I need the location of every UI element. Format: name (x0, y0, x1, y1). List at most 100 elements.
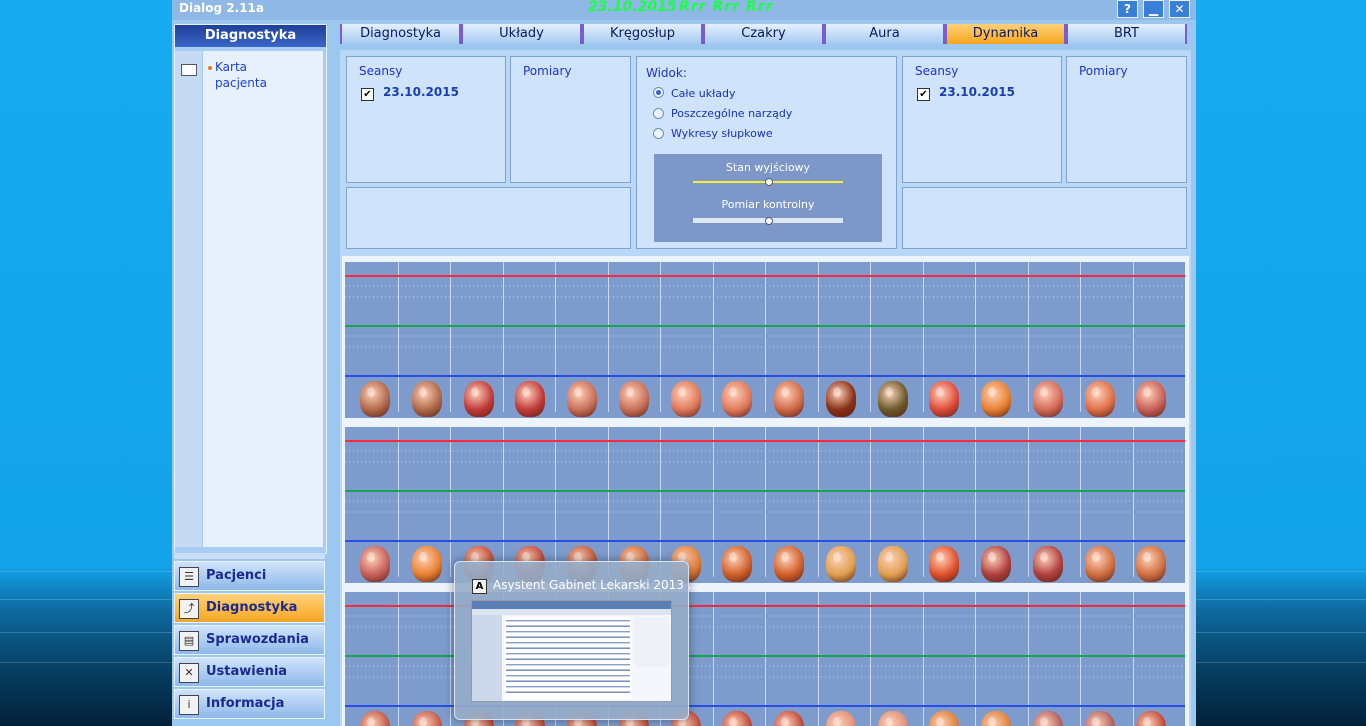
vessels-icon[interactable] (515, 381, 545, 417)
close-button[interactable]: ✕ (1169, 0, 1190, 18)
nav-button-pacjenci[interactable]: ☰ Pacjenci (174, 561, 325, 591)
colon-icon[interactable] (360, 546, 390, 582)
dynamics-chart-1[interactable] (345, 262, 1185, 418)
thumb-row (506, 625, 630, 627)
gallbladder-icon[interactable] (878, 381, 908, 417)
organ-icon[interactable] (1085, 711, 1115, 726)
organ-highlight (729, 717, 737, 726)
intestine-icon[interactable] (1033, 381, 1063, 417)
dynamics-chart-2[interactable] (345, 427, 1185, 583)
liver-icon[interactable] (826, 381, 856, 417)
stan-wyjsciowy-slider-knob[interactable] (765, 178, 773, 186)
organ-highlight (419, 552, 427, 562)
organ-highlight (1092, 717, 1100, 726)
nav-button-informacja[interactable]: i Informacja (174, 689, 325, 719)
nav-button-sprawozdania[interactable]: ▤ Sprawozdania (174, 625, 325, 655)
organ-highlight (678, 387, 686, 397)
left-seansy-box: Seansy ✔ 23.10.2015 (346, 56, 506, 183)
head-icon[interactable] (774, 381, 804, 417)
organ-highlight (833, 717, 841, 726)
tree-item-karta-pacjenta[interactable]: Karta pacjenta (215, 59, 295, 91)
left-seans-checkbox[interactable]: ✔ (361, 88, 374, 101)
nav-button-ustawienia[interactable]: ✕ Ustawienia (174, 657, 325, 687)
bladder-icon[interactable] (1085, 546, 1115, 582)
stomach-icon[interactable] (929, 381, 959, 417)
organ-highlight (781, 387, 789, 397)
lungs-icon[interactable] (722, 381, 752, 417)
adrenal-icon[interactable] (929, 546, 959, 582)
pomiar-kontrolny-slider-knob[interactable] (765, 217, 773, 225)
taskbar-preview-thumbnail[interactable] (471, 600, 672, 702)
radio-label-cale-uklady[interactable]: Całe układy (671, 87, 736, 100)
sidebar-panel: Diagnostyka Karta pacjenta (174, 24, 327, 554)
lungs-icon[interactable] (671, 381, 701, 417)
bronchi-icon[interactable] (619, 381, 649, 417)
tools-icon: ✕ (179, 663, 199, 683)
heart-icon[interactable] (412, 381, 442, 417)
duodenum-icon[interactable] (1085, 381, 1115, 417)
tab-kręgosłup[interactable]: Kręgosłup (582, 24, 703, 44)
organ-highlight (936, 717, 944, 726)
vessels-icon[interactable] (929, 711, 959, 726)
organ-highlight (1143, 717, 1151, 726)
tab-bar: Diagnostyka Układy Kręgosłup Czakry Aura Dyna… (340, 24, 1191, 44)
organ-icon[interactable] (1033, 711, 1063, 726)
app-logo-icon: A (472, 579, 487, 594)
tree-bullet-icon (208, 66, 212, 70)
patients-icon: ☰ (179, 567, 199, 587)
organ-highlight (522, 387, 530, 397)
radio-poszczegolne-narzady[interactable] (653, 108, 664, 119)
radio-label-wykresy-slupkowe[interactable]: Wykresy słupkowe (671, 127, 773, 140)
left-seans-date[interactable]: 23.10.2015 (383, 85, 459, 99)
organ-icon[interactable] (774, 711, 804, 726)
nav-label: Sprawozdania (206, 632, 309, 647)
kidney-icon[interactable] (722, 546, 752, 582)
bladder-icon[interactable] (1136, 546, 1166, 582)
right-seansy-label: Seansy (915, 64, 959, 78)
nav-button-diagnostyka[interactable]: ⤴ Diagnostyka (174, 593, 325, 623)
kidney-icon[interactable] (774, 546, 804, 582)
brain-icon[interactable] (826, 546, 856, 582)
bronchi-icon[interactable] (567, 381, 597, 417)
thumb-row (506, 620, 630, 622)
thumb-row (506, 664, 630, 666)
left-pomiary-label: Pomiary (523, 64, 572, 78)
colon-icon[interactable] (1136, 381, 1166, 417)
tab-dynamika[interactable]: Dynamika (945, 24, 1066, 44)
tab-diagnostyka[interactable]: Diagnostyka (340, 24, 461, 44)
radio-wykresy-slupkowe[interactable] (653, 128, 664, 139)
vessels-icon[interactable] (360, 711, 390, 726)
organ-highlight (1092, 552, 1100, 562)
sidebar-splitter[interactable] (174, 553, 325, 559)
thyroid-icon[interactable] (981, 546, 1011, 582)
organ-highlight (988, 717, 996, 726)
pancreas-icon[interactable] (981, 381, 1011, 417)
vessels-icon[interactable] (464, 381, 494, 417)
taskbar-preview-popup[interactable]: A Asystent Gabinet Lekarski 2013 ... (454, 561, 699, 720)
tab-układy[interactable]: Układy (461, 24, 582, 44)
right-seans-date[interactable]: 23.10.2015 (939, 85, 1015, 99)
tab-aura[interactable]: Aura (824, 24, 945, 44)
right-seans-checkbox[interactable]: ✔ (917, 88, 930, 101)
vessels-icon[interactable] (981, 711, 1011, 726)
thyroid-icon[interactable] (1033, 546, 1063, 582)
organ-highlight (1143, 387, 1151, 397)
tab-czakry[interactable]: Czakry (703, 24, 824, 44)
slider-box: Stan wyjściowy Pomiar kontrolny (653, 153, 883, 243)
help-button[interactable]: ? (1117, 0, 1138, 18)
radio-cale-uklady[interactable] (653, 87, 664, 98)
heart-icon[interactable] (360, 381, 390, 417)
organ-icon[interactable] (826, 711, 856, 726)
title-bar[interactable]: Dialog 2.11a 23.10.2015 Rrr Rrr Rrr ? ▁ ✕ (172, 0, 1196, 20)
organ-icon[interactable] (722, 711, 752, 726)
organ-highlight (1040, 387, 1048, 397)
minimize-button[interactable]: ▁ (1143, 0, 1164, 18)
title-patient-name: Rrr Rrr Rrr (679, 0, 774, 15)
organ-icon[interactable] (878, 711, 908, 726)
radio-label-poszczegolne-narzady[interactable]: Poszczególne narządy (671, 107, 792, 120)
organ-icon[interactable] (1136, 711, 1166, 726)
brain-icon[interactable] (878, 546, 908, 582)
tab-brt[interactable]: BRT (1066, 24, 1187, 44)
pancreas-icon[interactable] (412, 546, 442, 582)
vessels-icon[interactable] (412, 711, 442, 726)
